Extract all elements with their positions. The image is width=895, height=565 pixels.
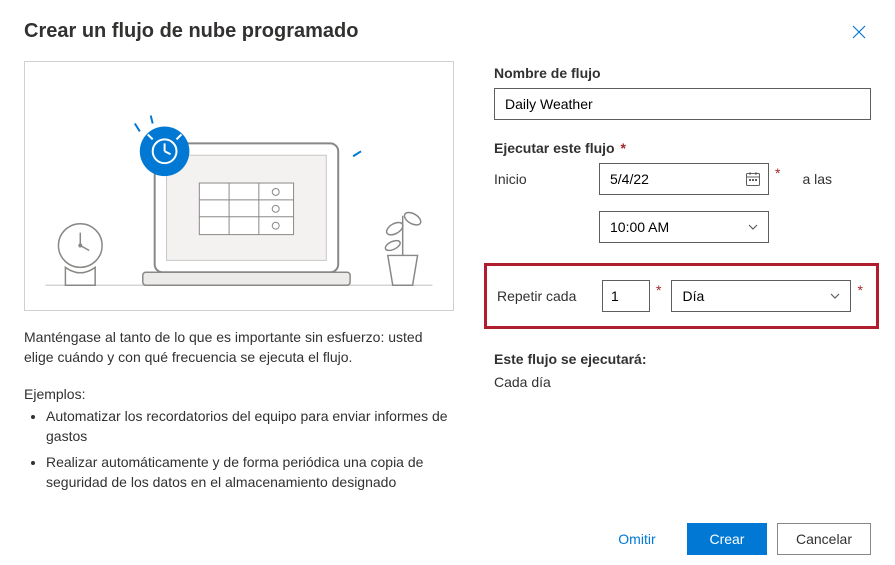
start-time-select[interactable]: 10:00 AM (599, 211, 769, 243)
required-marker: * (775, 165, 780, 181)
calendar-icon[interactable] (745, 171, 761, 187)
summary-text: Cada día (494, 374, 871, 390)
start-label: Inicio (494, 171, 589, 187)
start-date-input[interactable] (599, 163, 769, 195)
required-marker: * (857, 282, 862, 298)
repeat-count-input[interactable] (602, 280, 650, 312)
dialog-title: Crear un flujo de nube programado (24, 20, 358, 43)
flow-name-input[interactable] (494, 88, 871, 120)
close-icon (851, 24, 867, 40)
flow-name-label: Nombre de flujo (494, 65, 871, 81)
skip-button[interactable]: Omitir (597, 523, 677, 555)
repeat-row-highlight: Repetir cada * Día * (484, 263, 879, 329)
close-button[interactable] (847, 20, 871, 48)
illustration (24, 61, 454, 311)
example-item: Automatizar los recordatorios del equipo… (46, 406, 454, 447)
required-marker: * (656, 282, 661, 298)
cancel-button[interactable]: Cancelar (777, 523, 871, 555)
description-text: Manténgase al tanto de lo que es importa… (24, 327, 454, 368)
create-button[interactable]: Crear (687, 523, 767, 555)
repeat-label: Repetir cada (497, 288, 592, 304)
at-label: a las (802, 171, 832, 187)
run-flow-label: Ejecutar este flujo * (494, 140, 871, 156)
chevron-down-icon (829, 290, 841, 302)
example-item: Realizar automáticamente y de forma peri… (46, 452, 454, 493)
summary-label: Este flujo se ejecutará: (494, 351, 871, 367)
chevron-down-icon (747, 221, 759, 233)
repeat-unit-select[interactable]: Día (671, 280, 851, 312)
examples-label: Ejemplos: (24, 386, 454, 402)
